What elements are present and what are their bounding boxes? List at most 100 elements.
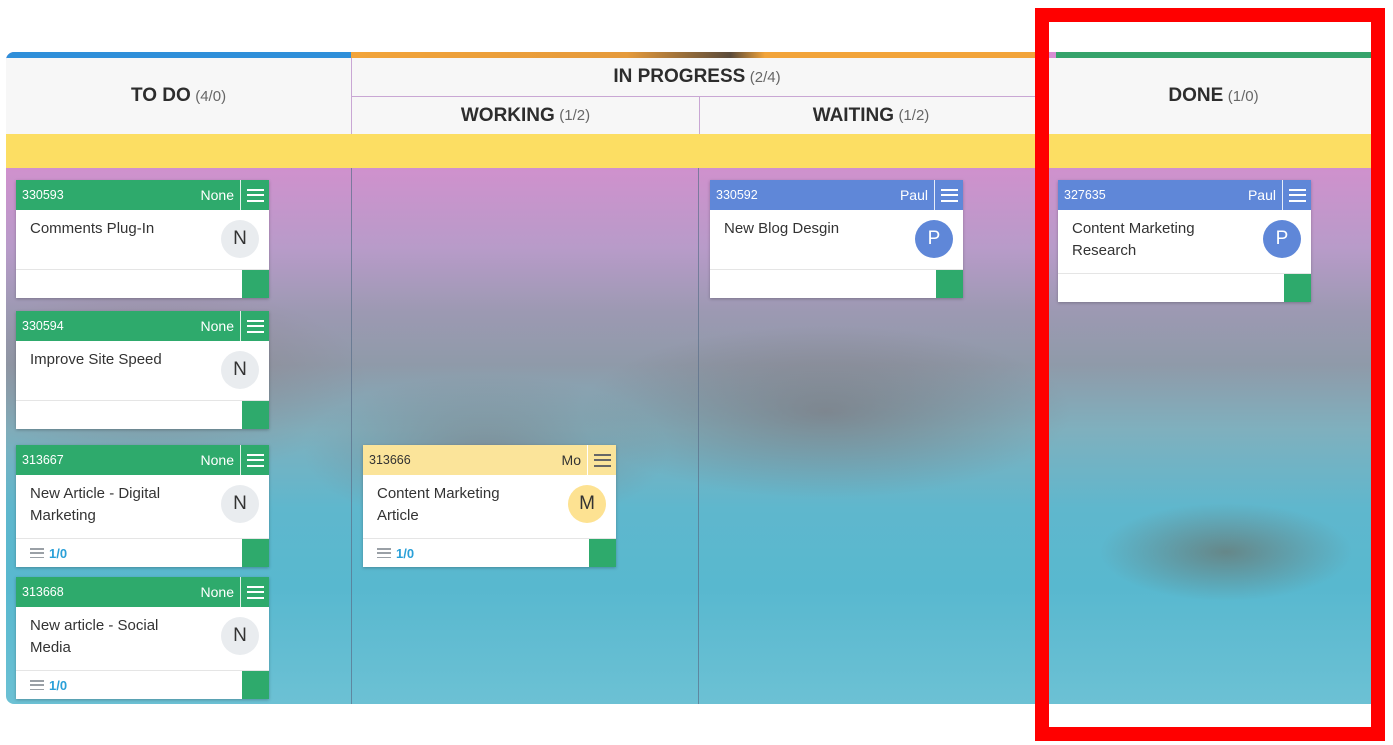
card-header: 330592 Paul [710, 180, 963, 210]
column-count: (4/0) [195, 87, 227, 105]
column-header-done[interactable]: DONE (1/0) [1042, 58, 1383, 134]
card-footer [710, 270, 963, 298]
kanban-board: TO DO (4/0) IN PROGRESS (2/4) WORKING (1… [6, 52, 1383, 704]
card-menu-button[interactable] [1282, 180, 1311, 210]
card-title: Improve Site Speed [30, 351, 162, 368]
card-header: 313666 Mo [363, 445, 616, 475]
card-status-block[interactable] [936, 270, 963, 298]
subtask-count-label: 1/0 [49, 677, 68, 693]
subtask-count-label: 1/0 [49, 545, 68, 561]
card-footer: 1/0 [363, 539, 616, 567]
card-status-block[interactable] [242, 401, 269, 429]
hamburger-icon [593, 453, 611, 467]
card-owner: None [200, 452, 234, 468]
column-header-waiting[interactable]: WAITING (1/2) [700, 97, 1042, 134]
column-count: (1/0) [1227, 87, 1259, 105]
hamburger-icon [940, 188, 958, 202]
card-title: Content Marketing Research [1072, 220, 1195, 259]
card-body: Improve Site Speed N [16, 341, 269, 401]
card-body: Comments Plug-In N [16, 210, 269, 270]
card-id: 313668 [22, 585, 64, 599]
subtask-count-label: 1/0 [396, 545, 415, 561]
card-footer: 1/0 [16, 671, 269, 699]
task-card[interactable]: 313668 None New article - Social Media N… [16, 577, 269, 699]
hamburger-icon [246, 319, 264, 333]
avatar[interactable]: P [915, 220, 953, 258]
subtask-count[interactable]: 1/0 [16, 678, 67, 693]
card-header: 327635 Paul [1058, 180, 1311, 210]
card-owner: None [200, 187, 234, 203]
column-count: (2/4) [749, 68, 781, 86]
card-id: 330592 [716, 188, 758, 202]
task-card[interactable]: 330594 None Improve Site Speed N [16, 311, 269, 429]
card-header: 313668 None [16, 577, 269, 607]
hamburger-icon [246, 585, 264, 599]
card-status-block[interactable] [242, 539, 269, 567]
card-footer [16, 401, 269, 429]
card-status-block[interactable] [589, 539, 616, 567]
column-divider [351, 168, 352, 704]
column-title: DONE [1168, 85, 1224, 106]
card-footer: 1/0 [16, 539, 269, 567]
column-header-todo[interactable]: TO DO (4/0) [6, 58, 351, 134]
task-card[interactable]: 327635 Paul Content Marketing Research P [1058, 180, 1311, 302]
column-title: IN PROGRESS [613, 66, 746, 87]
card-owner: Paul [1247, 187, 1276, 203]
card-menu-button[interactable] [934, 180, 963, 210]
card-menu-button[interactable] [240, 577, 269, 607]
column-header-working[interactable]: WORKING (1/2) [352, 97, 700, 134]
card-id: 313666 [369, 453, 411, 467]
card-owner: Mo [561, 452, 581, 468]
checklist-icon [377, 548, 391, 558]
task-card[interactable]: 313667 None New Article - Digital Market… [16, 445, 269, 567]
hamburger-icon [246, 453, 264, 467]
card-title: New Blog Desgin [724, 220, 840, 237]
checklist-icon [30, 548, 44, 558]
card-status-block[interactable] [242, 671, 269, 699]
column-title: TO DO [130, 85, 191, 106]
subtask-count[interactable]: 1/0 [363, 546, 414, 561]
card-header: 330594 None [16, 311, 269, 341]
avatar[interactable]: M [568, 485, 606, 523]
card-owner: None [200, 584, 234, 600]
swimlane-header[interactable] [6, 134, 1383, 168]
card-menu-button[interactable] [240, 311, 269, 341]
subtask-count[interactable]: 1/0 [16, 546, 67, 561]
column-divider [698, 168, 699, 704]
card-title: Content Marketing Article [377, 485, 500, 524]
checklist-icon [30, 680, 44, 690]
card-footer [16, 270, 269, 298]
card-body: New article - Social Media N [16, 607, 269, 671]
avatar[interactable]: N [221, 351, 259, 389]
column-title: WORKING [460, 104, 555, 126]
card-id: 330594 [22, 319, 64, 333]
task-card[interactable]: 330592 Paul New Blog Desgin P [710, 180, 963, 298]
card-title: New article - Social Media [30, 617, 159, 656]
column-title: WAITING [812, 104, 894, 126]
card-owner: Paul [899, 187, 928, 203]
card-footer [1058, 274, 1311, 302]
card-body: Content Marketing Article M [363, 475, 616, 539]
in-progress-title[interactable]: IN PROGRESS (2/4) [352, 58, 1042, 97]
card-header: 330593 None [16, 180, 269, 210]
card-status-block[interactable] [242, 270, 269, 298]
card-menu-button[interactable] [240, 180, 269, 210]
card-title: Comments Plug-In [30, 220, 155, 237]
avatar[interactable]: N [221, 220, 259, 258]
card-body: New Article - Digital Marketing N [16, 475, 269, 539]
card-status-block[interactable] [1284, 274, 1311, 302]
avatar[interactable]: N [221, 485, 259, 523]
task-card[interactable]: 330593 None Comments Plug-In N [16, 180, 269, 298]
card-menu-button[interactable] [240, 445, 269, 475]
column-count: (1/2) [898, 107, 930, 124]
card-owner: None [200, 318, 234, 334]
card-header: 313667 None [16, 445, 269, 475]
hamburger-icon [246, 188, 264, 202]
card-menu-button[interactable] [587, 445, 616, 475]
card-id: 313667 [22, 453, 64, 467]
column-header-in-progress: IN PROGRESS (2/4) WORKING (1/2) WAITING … [351, 58, 1042, 134]
card-title: New Article - Digital Marketing [30, 485, 161, 524]
task-card[interactable]: 313666 Mo Content Marketing Article M 1/… [363, 445, 616, 567]
avatar[interactable]: N [221, 617, 259, 655]
avatar[interactable]: P [1263, 220, 1301, 258]
